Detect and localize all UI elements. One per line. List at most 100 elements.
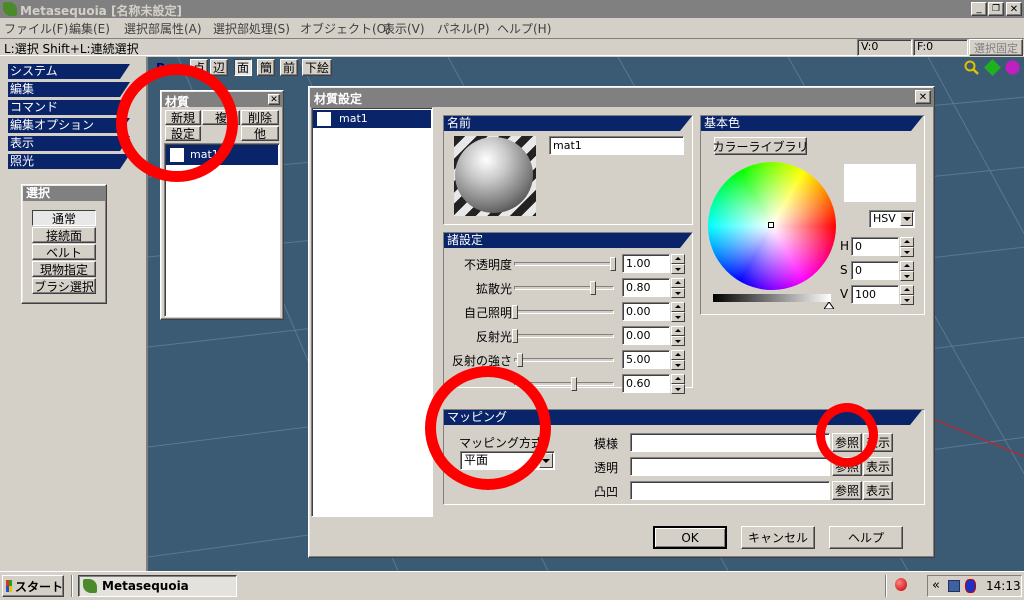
ok-button[interactable]: OK (653, 526, 727, 549)
setting-slider-thumb[interactable] (512, 329, 518, 343)
dialog-material-list: mat1 (311, 107, 433, 517)
select-object-button[interactable]: 現物指定 (32, 261, 96, 277)
menu-file[interactable]: ファイル(F) (4, 20, 68, 37)
setting-slider[interactable] (514, 310, 614, 314)
menu-edit[interactable]: 編集(E) (69, 20, 110, 37)
select-belt-button[interactable]: ベルト (32, 244, 96, 260)
setting-spinner[interactable] (671, 374, 685, 394)
dialog-material-item[interactable]: mat1 (313, 110, 431, 128)
dialog-material-label: mat1 (339, 112, 368, 125)
texture-path-input[interactable] (630, 433, 830, 452)
dialog-titlebar: 材質設定 ✕ (310, 88, 933, 107)
help-button[interactable]: ヘルプ (829, 526, 903, 549)
setting-spinner[interactable] (671, 326, 685, 346)
select-connected-button[interactable]: 接続面 (32, 227, 96, 243)
reference-button[interactable]: 参照 (832, 481, 862, 500)
setting-slider[interactable] (514, 358, 614, 362)
color-header: 基本色 (701, 116, 923, 131)
s-spinner[interactable] (900, 261, 914, 281)
mapping-row-label: 透明 (594, 461, 619, 475)
nav-edit[interactable]: 編集 (8, 82, 130, 97)
tray-expand-chevron[interactable]: « (932, 578, 940, 593)
material-delete-button[interactable]: 削除 (241, 110, 279, 125)
nav-lighting[interactable]: 照光 (8, 154, 130, 169)
value-slider-marker-icon[interactable] (824, 302, 834, 309)
material-name-input[interactable]: mat1 (549, 136, 684, 155)
balloon-icon[interactable] (895, 578, 907, 591)
setting-value-input[interactable]: 0.80 (622, 278, 670, 297)
menu-view[interactable]: 表示(V) (383, 20, 425, 37)
nav-edit-options[interactable]: 編集オプション (8, 118, 130, 133)
menu-selection-attr[interactable]: 選択部属性(A) (124, 20, 202, 37)
material-other-button[interactable]: 他 (241, 126, 279, 141)
nav-command[interactable]: コマンド (8, 100, 130, 115)
v-input[interactable]: 100 (851, 285, 899, 304)
rotate-icon[interactable] (1004, 59, 1021, 76)
h-input[interactable]: 0 (851, 237, 899, 256)
start-label: スタート (14, 579, 63, 594)
setting-slider-thumb[interactable] (512, 305, 518, 319)
color-mode-select[interactable]: HSV (869, 210, 915, 228)
menu-help[interactable]: ヘルプ(H) (497, 20, 551, 37)
setting-value-input[interactable]: 1.00 (622, 254, 670, 273)
show-button[interactable]: 表示 (863, 457, 893, 476)
nav-display[interactable]: 表示 (8, 136, 130, 151)
select-normal-button[interactable]: 通常 (32, 210, 96, 226)
texture-path-input[interactable] (630, 481, 830, 500)
h-spinner[interactable] (900, 237, 914, 257)
setting-slider-thumb[interactable] (517, 353, 523, 367)
window-title: Metasequoia [名称未設定] (20, 4, 182, 18)
setting-slider[interactable] (514, 286, 614, 290)
menu-selection-proc[interactable]: 選択部処理(S) (213, 20, 290, 37)
simple-mode-button[interactable]: 簡 (257, 59, 275, 76)
dialog-close-button[interactable]: ✕ (915, 90, 931, 104)
menu-object[interactable]: オブジェクト(O) (300, 20, 391, 37)
material-panel-close-button[interactable]: ✕ (268, 94, 280, 105)
cancel-button[interactable]: キャンセル (741, 526, 815, 549)
front-mode-button[interactable]: 前 (280, 59, 298, 76)
edge-mode-button[interactable]: 辺 (210, 59, 228, 76)
setting-slider[interactable] (514, 262, 614, 266)
material-preview (454, 136, 536, 216)
select-brush-button[interactable]: ブラシ選択 (32, 278, 96, 294)
minimize-button[interactable]: _ (971, 2, 987, 16)
setting-spinner[interactable] (671, 302, 685, 322)
start-button[interactable]: スタート (2, 575, 64, 597)
setting-spinner[interactable] (671, 278, 685, 298)
setting-slider-thumb[interactable] (571, 377, 577, 391)
setting-slider-thumb[interactable] (590, 281, 596, 295)
pan-icon[interactable] (984, 59, 1001, 76)
nav-system[interactable]: システム (8, 64, 130, 79)
setting-slider[interactable] (514, 334, 614, 338)
show-button[interactable]: 表示 (863, 481, 893, 500)
taskbar: スタート Metasequoia « 14:13 (0, 571, 1024, 600)
selection-lock-button[interactable]: 選択固定 (969, 39, 1023, 56)
setting-spinner[interactable] (671, 350, 685, 370)
underlay-button[interactable]: 下絵 (302, 59, 332, 76)
zoom-icon[interactable] (964, 60, 980, 76)
s-input[interactable]: 0 (851, 261, 899, 280)
vertex-count-text: V:0 (861, 40, 879, 53)
hint-bar: L:選択 Shift+L:連続選択 V:0 F:0 選択固定 (0, 38, 1024, 56)
v-spinner[interactable] (900, 285, 914, 305)
security-icon (965, 579, 976, 593)
setting-spinner[interactable] (671, 254, 685, 274)
name-header: 名前 (444, 116, 692, 131)
menu-panel[interactable]: パネル(P) (437, 20, 490, 37)
face-mode-button[interactable]: 面 (234, 59, 252, 76)
texture-path-input[interactable] (630, 457, 830, 476)
setting-label: 拡散光 (475, 282, 512, 296)
setting-value-input[interactable]: 5.00 (622, 350, 670, 369)
setting-slider-thumb[interactable] (610, 257, 616, 271)
color-wheel[interactable] (708, 162, 836, 290)
taskbar-metasequoia-button[interactable]: Metasequoia (78, 575, 237, 597)
s-label: S (840, 263, 848, 277)
maximize-button[interactable]: ❐ (988, 2, 1004, 16)
color-library-button[interactable]: カラーライブラリ (713, 137, 809, 155)
close-button[interactable]: ✕ (1006, 2, 1022, 16)
setting-label: 反射光 (475, 330, 512, 344)
setting-value-input[interactable]: 0.00 (622, 302, 670, 321)
setting-value-input[interactable]: 0.00 (622, 326, 670, 345)
setting-value-input[interactable]: 0.60 (622, 374, 670, 393)
value-gradient-bar[interactable] (713, 294, 831, 302)
